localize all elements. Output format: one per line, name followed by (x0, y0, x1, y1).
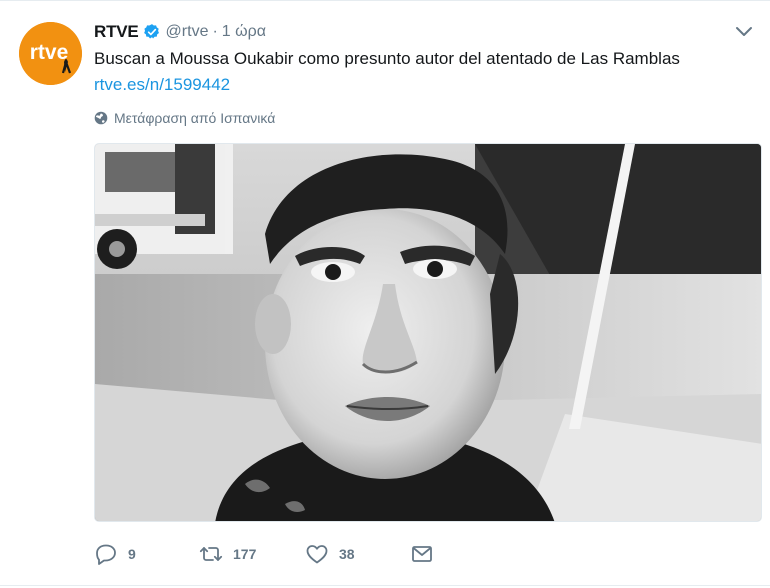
tweet-timestamp[interactable]: 1 ώρα (222, 23, 266, 41)
direct-message-button[interactable] (410, 539, 434, 569)
verified-badge-icon (143, 23, 161, 41)
heart-icon (305, 542, 329, 566)
envelope-icon (410, 542, 434, 566)
author-name[interactable]: RTVE (94, 22, 139, 42)
retweet-button[interactable]: 177 (199, 539, 256, 569)
retweet-icon (199, 542, 223, 566)
translate-label: Μετάφραση από Ισπανικά (114, 110, 276, 126)
author-handle[interactable]: @rtve (166, 23, 209, 41)
divider (0, 585, 770, 586)
reply-button[interactable]: 9 (94, 539, 136, 569)
tweet-text: Buscan a Moussa Oukabir como presunto au… (94, 49, 680, 68)
translate-tweet-link[interactable]: Μετάφραση από Ισπανικά (94, 109, 275, 127)
globe-icon (94, 111, 108, 125)
svg-text:rtve: rtve (30, 41, 69, 64)
tweet-card[interactable]: rtve RTVE @rtve · 1 ώρα Buscan a Moussa … (0, 0, 770, 588)
reply-count: 9 (128, 546, 136, 562)
separator-dot: · (212, 23, 218, 40)
tweet-photo[interactable] (94, 143, 762, 522)
chevron-down-icon[interactable] (733, 23, 755, 41)
rtve-logo: rtve (19, 22, 82, 85)
tweet-header: RTVE @rtve · 1 ώρα (94, 21, 266, 43)
avatar[interactable]: rtve (19, 22, 82, 85)
retweet-count: 177 (233, 546, 257, 562)
reply-icon (94, 542, 118, 566)
like-button[interactable]: 38 (305, 539, 355, 569)
like-count: 38 (339, 546, 355, 562)
tweet-link[interactable]: rtve.es/n/1599442 (94, 73, 230, 97)
photo-image (95, 144, 761, 521)
